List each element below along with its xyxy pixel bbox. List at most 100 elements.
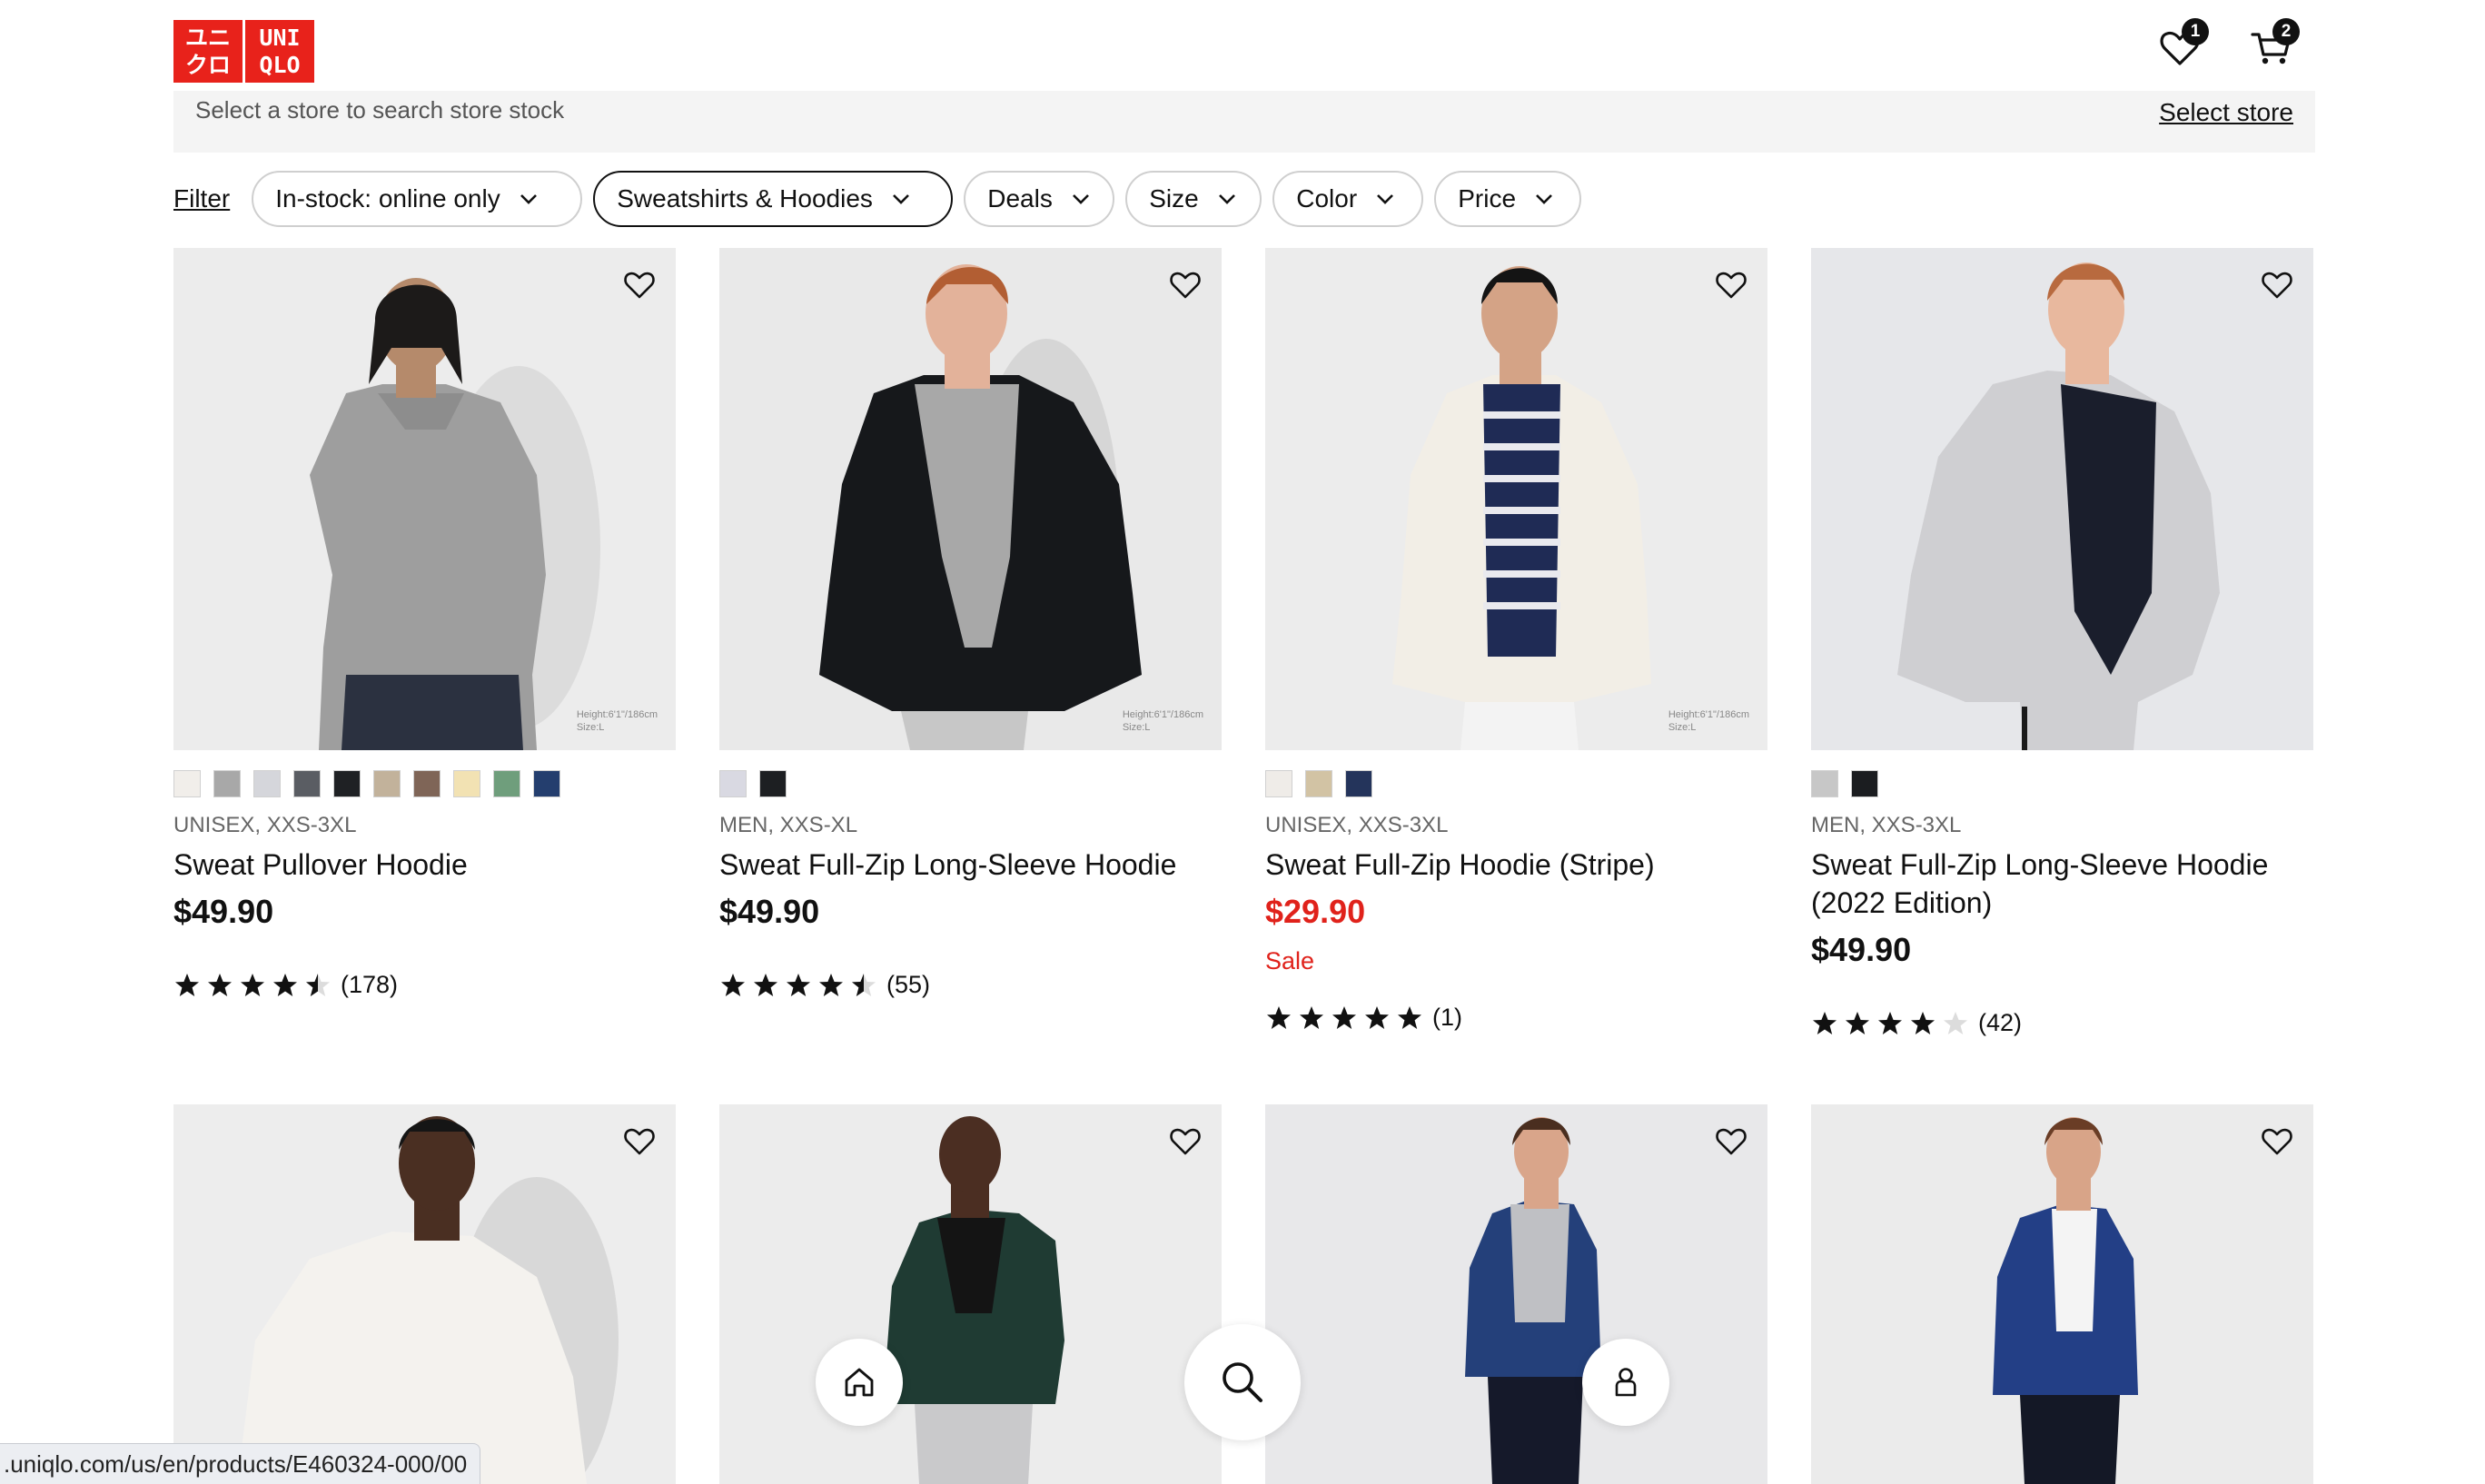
star-rating (173, 972, 332, 999)
star-full-icon (175, 973, 199, 996)
product-image[interactable] (1811, 1104, 2313, 1484)
product-card[interactable] (1811, 1104, 2313, 1484)
heart-icon (2262, 1128, 2292, 1155)
search-icon (1223, 1362, 1262, 1402)
heart-icon (1170, 1128, 1201, 1155)
product-card[interactable]: Height:6'1"/186cm Size:L UNISEX, XXS-3XL… (1265, 248, 1767, 1031)
product-image[interactable]: Height:6'1"/186cm Size:L (719, 248, 1222, 750)
star-full-icon (1365, 1005, 1389, 1029)
model-photo (1392, 266, 1651, 750)
model-measurement: Height:6'1"/186cm Size:L (1668, 709, 1749, 733)
chip-label: Price (1458, 184, 1517, 213)
product-card[interactable]: Height:6'1"/186cm Size:L MEN, XXS-XL Swe… (719, 248, 1222, 998)
favorite-button[interactable] (619, 264, 659, 304)
home-button[interactable] (816, 1339, 903, 1426)
color-swatch[interactable] (173, 770, 201, 797)
favorite-button[interactable] (619, 1121, 659, 1161)
product-rating: (178) (173, 971, 398, 999)
favorite-button[interactable] (2257, 1121, 2297, 1161)
review-count[interactable]: (55) (886, 971, 930, 999)
product-image[interactable] (1811, 248, 2313, 750)
color-swatch[interactable] (1265, 770, 1292, 797)
filter-chip-price[interactable]: Price (1434, 171, 1582, 227)
site-header: ユニ クロ UNI QLO 1 2 (0, 0, 2485, 91)
heart-icon (624, 272, 655, 299)
color-swatch[interactable] (1305, 770, 1332, 797)
store-stock-bar: Select a store to search store stock Sel… (173, 91, 2315, 153)
color-swatch[interactable] (759, 770, 787, 797)
product-image[interactable]: Height:6'1"/186cm Size:L (173, 248, 676, 750)
star-full-icon (1267, 1005, 1291, 1029)
star-full-icon (1398, 1005, 1421, 1029)
color-swatch[interactable] (373, 770, 401, 797)
product-rating: (1) (1265, 1004, 1462, 1032)
star-full-icon (241, 973, 264, 996)
color-swatches (1265, 770, 1372, 797)
cart-button[interactable]: 2 (2243, 18, 2300, 74)
color-swatch[interactable] (333, 770, 361, 797)
product-image[interactable] (173, 1104, 676, 1484)
heart-icon (624, 1128, 655, 1155)
chevron-down-icon (893, 194, 909, 204)
uniqlo-logo[interactable]: ユニ クロ UNI QLO (173, 20, 314, 83)
model-photo (237, 1116, 619, 1484)
filter-chip-in-stock[interactable]: In-stock: online only (252, 171, 583, 227)
review-count[interactable]: (178) (341, 971, 398, 999)
product-name[interactable]: Sweat Full-Zip Hoodie (Stripe) (1265, 846, 1767, 884)
filter-chip-category[interactable]: Sweatshirts & Hoodies (593, 171, 954, 227)
select-store-link[interactable]: Select store (2159, 98, 2293, 127)
search-button[interactable] (1184, 1324, 1301, 1440)
color-swatch[interactable] (253, 770, 281, 797)
wishlist-count-badge: 1 (2182, 18, 2209, 45)
filter-chip-size[interactable]: Size (1125, 171, 1262, 227)
product-rating: (42) (1811, 1009, 2022, 1037)
review-count[interactable]: (1) (1432, 1004, 1462, 1032)
product-price: $49.90 (173, 893, 274, 930)
color-swatch[interactable] (533, 770, 560, 797)
product-card[interactable]: Height:6'1"/186cm Size:L UNISEX, XXS-3XL… (173, 248, 676, 998)
product-card[interactable] (719, 1104, 1222, 1484)
product-meta: UNISEX, XXS-3XL (1265, 813, 1449, 837)
account-button[interactable] (1582, 1339, 1669, 1426)
heart-icon (1716, 1128, 1747, 1155)
favorite-button[interactable] (1165, 1121, 1205, 1161)
filter-link[interactable]: Filter (173, 184, 230, 213)
heart-icon (2262, 272, 2292, 299)
product-name[interactable]: Sweat Pullover Hoodie (173, 846, 676, 884)
color-swatch[interactable] (719, 770, 747, 797)
color-swatch[interactable] (1851, 770, 1878, 797)
favorite-button[interactable] (2257, 264, 2297, 304)
status-url-tooltip: .uniqlo.com/us/en/products/E460324-000/0… (0, 1443, 481, 1484)
model-photo (310, 278, 600, 750)
color-swatch[interactable] (213, 770, 241, 797)
product-image[interactable] (719, 1104, 1222, 1484)
product-card[interactable] (173, 1104, 676, 1484)
favorite-button[interactable] (1711, 264, 1751, 304)
favorite-button[interactable] (1711, 1121, 1751, 1161)
color-swatch[interactable] (1811, 770, 1838, 797)
color-swatch[interactable] (413, 770, 441, 797)
filter-chip-color[interactable]: Color (1272, 171, 1424, 227)
chip-label: Sweatshirts & Hoodies (617, 184, 873, 213)
filter-chip-deals[interactable]: Deals (964, 171, 1115, 227)
product-card[interactable]: MEN, XXS-3XL Sweat Full-Zip Long-Sleeve … (1811, 248, 2313, 1036)
color-swatch[interactable] (453, 770, 480, 797)
cart-count-badge: 2 (2272, 18, 2300, 45)
product-card[interactable] (1265, 1104, 1767, 1484)
star-full-icon (754, 973, 777, 996)
model-photo (819, 264, 1142, 750)
review-count[interactable]: (42) (1978, 1009, 2022, 1037)
product-image[interactable] (1265, 1104, 1767, 1484)
color-swatch[interactable] (293, 770, 321, 797)
product-price: $29.90 (1265, 893, 1366, 930)
chevron-down-icon (520, 194, 537, 204)
wishlist-button[interactable]: 1 (2153, 18, 2209, 74)
product-name[interactable]: Sweat Full-Zip Long-Sleeve Hoodie (719, 846, 1222, 884)
star-full-icon (1911, 1011, 1935, 1034)
color-swatch[interactable] (493, 770, 520, 797)
product-name[interactable]: Sweat Full-Zip Long-Sleeve Hoodie (2022 … (1811, 846, 2313, 922)
star-full-icon (1813, 1011, 1837, 1034)
product-image[interactable]: Height:6'1"/186cm Size:L (1265, 248, 1767, 750)
color-swatch[interactable] (1345, 770, 1372, 797)
favorite-button[interactable] (1165, 264, 1205, 304)
